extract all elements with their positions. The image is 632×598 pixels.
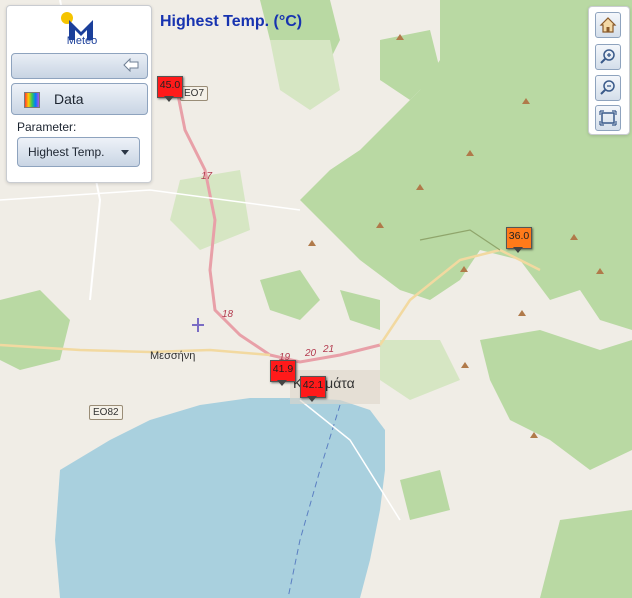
marker-value: 36.0 [508, 230, 530, 242]
color-scale-icon [24, 92, 40, 108]
road-20-label: 20 [305, 348, 317, 359]
fullscreen-icon [599, 110, 617, 126]
logo-text: Meteo [66, 35, 98, 47]
map-title: Highest Temp. (°C) [160, 13, 303, 30]
parameter-select[interactable]: Highest Temp. [17, 137, 140, 167]
marker-value: 42.1 [302, 379, 324, 391]
road-shield-eo82: ΕΟ82 [89, 405, 123, 420]
control-panel: Meteo Data Parameter: Highest Temp. [6, 5, 152, 183]
marker-value: 41.9 [272, 363, 294, 375]
marker-tip [307, 396, 317, 402]
zoom-out-icon [600, 80, 615, 95]
back-arrow-icon [123, 58, 139, 72]
marker-tip [513, 247, 523, 253]
zoom-out-button[interactable] [595, 75, 621, 101]
marker-tip [164, 96, 174, 102]
parameter-select-value: Highest Temp. [28, 145, 105, 159]
parameter-label: Parameter: [17, 120, 77, 134]
station-marker[interactable]: 41.9 [270, 360, 296, 388]
station-marker[interactable]: 36.0 [506, 227, 532, 255]
road-18-label: 18 [222, 309, 234, 320]
home-icon [599, 17, 617, 33]
data-button[interactable]: Data [11, 83, 148, 115]
marker-value: 45.0 [159, 79, 181, 91]
station-marker[interactable]: 45.0 [157, 76, 183, 104]
road-21-label: 21 [323, 344, 335, 355]
data-button-label: Data [54, 91, 84, 107]
zoom-in-icon [600, 49, 615, 64]
road-shield-eo7: ΕΟ7 [180, 86, 209, 101]
station-marker[interactable]: 42.1 [300, 376, 326, 404]
home-button[interactable] [595, 12, 621, 38]
collapse-panel-button[interactable] [11, 53, 148, 79]
map-navigation-panel [588, 6, 630, 135]
road-17-label: 17 [201, 171, 213, 182]
town-mesini: Μεσσήνη [150, 350, 196, 362]
fullscreen-button[interactable] [595, 105, 621, 131]
zoom-in-button[interactable] [595, 44, 621, 70]
marker-tip [277, 380, 287, 386]
chevron-down-icon [121, 150, 129, 155]
